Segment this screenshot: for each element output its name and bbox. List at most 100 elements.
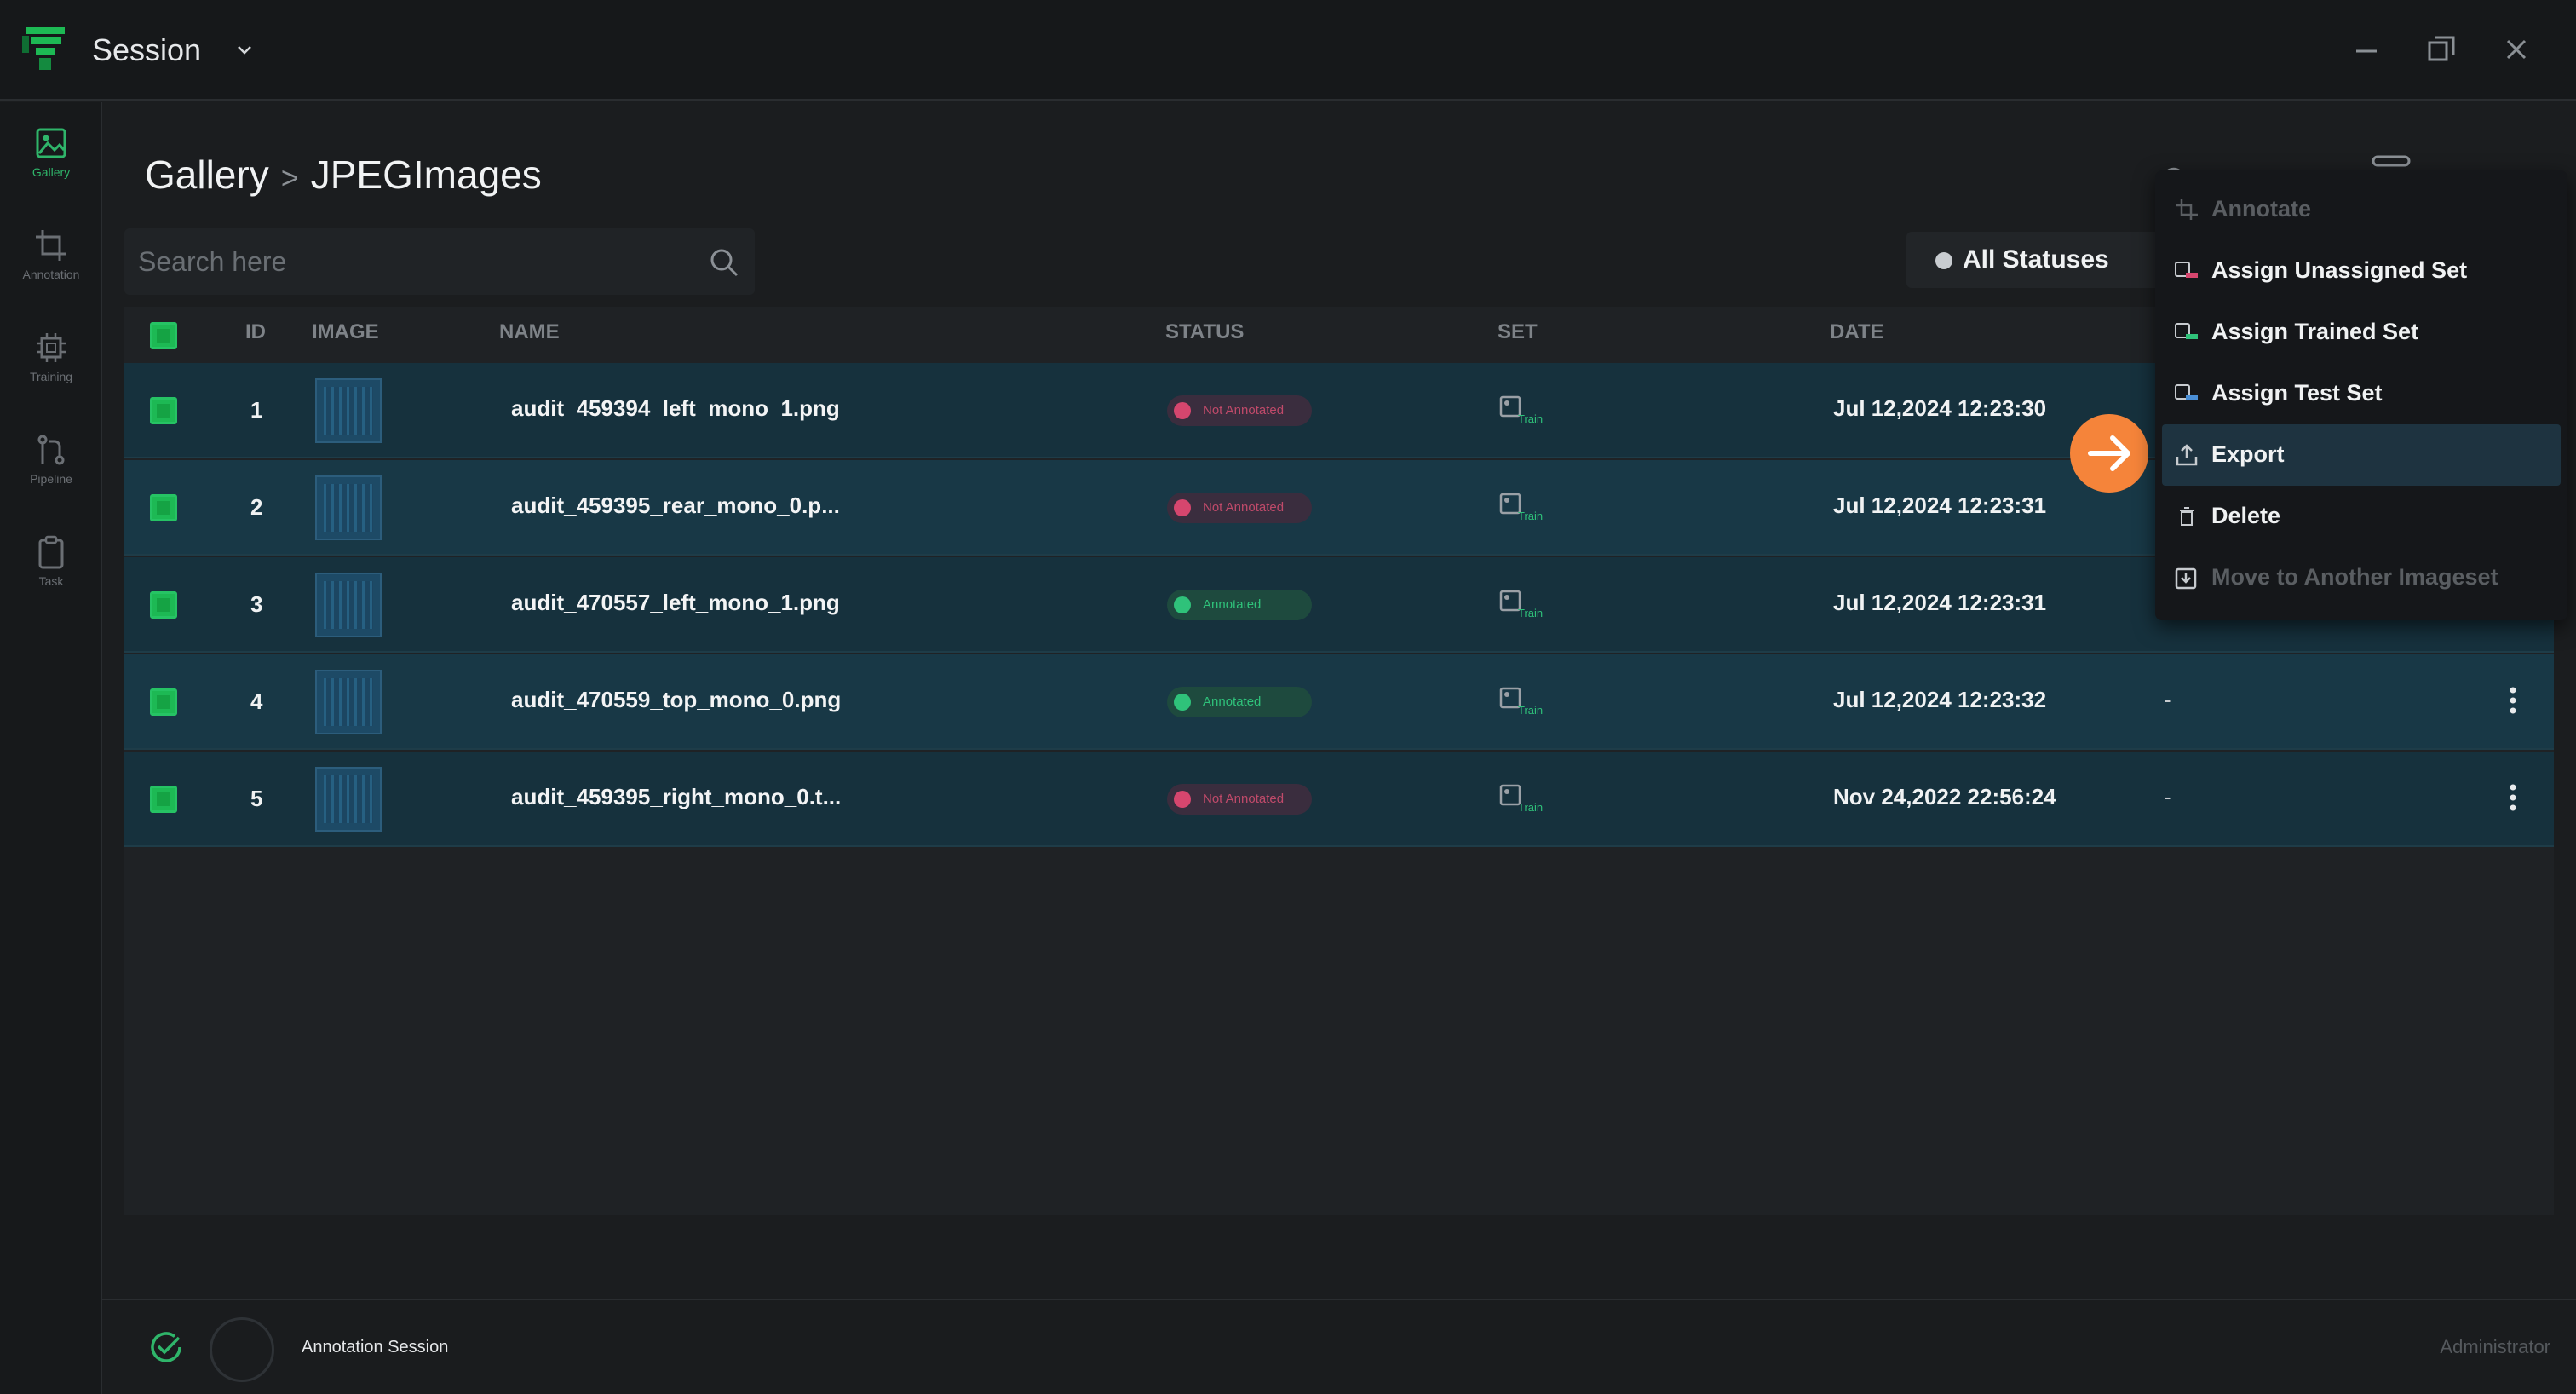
row-checkbox[interactable] [150, 688, 177, 716]
sidebar-item-label: Task [38, 574, 64, 588]
menu-item-label: Move to Another Imageset [2211, 564, 2498, 590]
row-checkbox[interactable] [150, 786, 177, 813]
image-thumbnail[interactable] [315, 475, 382, 540]
sidebar: Gallery Annotation Training Pipeline Tas… [0, 102, 102, 1394]
breadcrumb: Gallery > JPEGImages [145, 152, 542, 198]
menu-item-annotate[interactable]: Annotate [2155, 179, 2567, 240]
sidebar-item-task[interactable]: Task [0, 535, 102, 629]
search-input[interactable] [138, 228, 683, 295]
unassigned-set-icon [2175, 262, 2198, 278]
column-header-id[interactable]: ID [245, 320, 266, 344]
sidebar-item-annotation[interactable]: Annotation [0, 228, 102, 322]
status-badge: Annotated [1167, 687, 1312, 717]
train-set-icon: Train [1499, 590, 1543, 619]
image-thumbnail[interactable] [315, 573, 382, 637]
export-icon [2176, 444, 2198, 466]
status-dot-icon [1174, 791, 1191, 808]
sidebar-item-label: Training [29, 370, 73, 383]
status-badge: Not Annotated [1167, 493, 1312, 523]
menu-item-delete[interactable]: Delete [2155, 486, 2567, 547]
column-header-name[interactable]: NAME [499, 320, 560, 344]
search-box [124, 228, 755, 295]
status-text: Not Annotated [1203, 500, 1285, 515]
row-date: Nov 24,2022 22:56:24 [1833, 784, 2056, 809]
menu-item-assign-test[interactable]: Assign Test Set [2155, 363, 2567, 424]
column-header-date[interactable]: DATE [1830, 320, 1884, 344]
column-header-status[interactable]: STATUS [1165, 320, 1244, 344]
check-circle-icon [151, 1332, 181, 1362]
status-filter-dropdown[interactable]: All Statuses [1906, 232, 2162, 288]
status-badge: Not Annotated [1167, 784, 1312, 815]
crop-icon [36, 230, 66, 261]
status-bar: Annotation Session Administrator [102, 1299, 2576, 1394]
menu-item-assign-trained[interactable]: Assign Trained Set [2155, 302, 2567, 363]
train-set-icon [2175, 323, 2198, 339]
set-label: Train [1518, 412, 1543, 425]
row-name: audit_459394_left_mono_1.png [511, 395, 840, 421]
status-badge: Annotated [1167, 590, 1312, 620]
sidebar-item-pipeline[interactable]: Pipeline [0, 433, 102, 527]
menu-item-label: Export [2211, 441, 2285, 467]
arrow-right-icon [2088, 435, 2130, 471]
select-all-checkbox[interactable] [150, 322, 177, 349]
row-id: 1 [250, 397, 263, 423]
column-header-set[interactable]: SET [1498, 320, 1538, 344]
more-options-icon[interactable] [2506, 683, 2520, 717]
move-icon [2175, 567, 2197, 590]
search-icon[interactable] [709, 247, 739, 278]
row-name: audit_470559_top_mono_0.png [511, 687, 842, 712]
row-id: 5 [250, 786, 263, 811]
more-options-icon[interactable] [2506, 781, 2520, 815]
row-name: audit_459395_right_mono_0.t... [511, 784, 842, 809]
status-text: Not Annotated [1203, 792, 1285, 806]
close-icon[interactable] [2496, 29, 2537, 70]
chip-icon [37, 333, 66, 362]
row-extra: - [2164, 687, 2171, 712]
row-date: Jul 12,2024 12:23:32 [1833, 687, 2047, 712]
image-thumbnail[interactable] [315, 767, 382, 832]
clipboard-icon [38, 535, 64, 569]
app-logo-icon [22, 27, 65, 70]
pointer-hint-arrow-icon [2070, 414, 2148, 493]
menu-item-label: Assign Trained Set [2211, 319, 2419, 344]
image-thumbnail[interactable] [315, 378, 382, 443]
app-title: Session [92, 32, 202, 67]
image-thumbnail[interactable] [315, 670, 382, 734]
sidebar-item-label: Pipeline [30, 472, 72, 486]
row-checkbox[interactable] [150, 397, 177, 424]
status-text: Annotated [1203, 694, 1262, 709]
set-label: Train [1518, 704, 1543, 717]
user-label[interactable]: Administrator [2440, 1336, 2550, 1358]
row-date: Jul 12,2024 12:23:30 [1833, 395, 2047, 421]
menu-item-export[interactable]: Export [2162, 424, 2561, 486]
set-label: Train [1518, 510, 1543, 522]
row-checkbox[interactable] [150, 591, 177, 619]
status-dot-icon [1174, 694, 1191, 711]
row-checkbox[interactable] [150, 494, 177, 521]
menu-item-label: Annotate [2211, 196, 2311, 222]
status-dot-icon [1174, 402, 1191, 419]
crop-icon [2176, 199, 2198, 220]
menu-item-assign-unassigned[interactable]: Assign Unassigned Set [2155, 240, 2567, 302]
status-filter-label: All Statuses [1963, 245, 2109, 274]
row-extra: - [2164, 784, 2171, 809]
minimize-icon[interactable] [2346, 29, 2387, 70]
pipeline-icon [37, 435, 65, 465]
menu-item-move[interactable]: Move to Another Imageset [2155, 547, 2567, 608]
row-name: audit_470557_left_mono_1.png [511, 590, 840, 615]
status-dot-icon [1935, 252, 1952, 269]
breadcrumb-root[interactable]: Gallery [145, 153, 269, 197]
status-badge: Not Annotated [1167, 395, 1312, 426]
gallery-icon [36, 128, 66, 158]
table-row[interactable]: 4 audit_470559_top_mono_0.png Annotated … [124, 654, 2554, 750]
row-id: 4 [250, 688, 263, 714]
table-row[interactable]: 5 audit_459395_right_mono_0.t... Not Ann… [124, 752, 2554, 847]
sidebar-item-label: Gallery [32, 165, 71, 179]
test-set-icon [2175, 384, 2198, 400]
sidebar-item-gallery[interactable]: Gallery [0, 126, 102, 220]
set-label: Train [1518, 607, 1543, 619]
sidebar-item-training[interactable]: Training [0, 331, 102, 424]
breadcrumb-current: JPEGImages [310, 153, 542, 197]
chevron-down-icon[interactable] [233, 39, 256, 61]
restore-icon[interactable] [2421, 29, 2462, 70]
